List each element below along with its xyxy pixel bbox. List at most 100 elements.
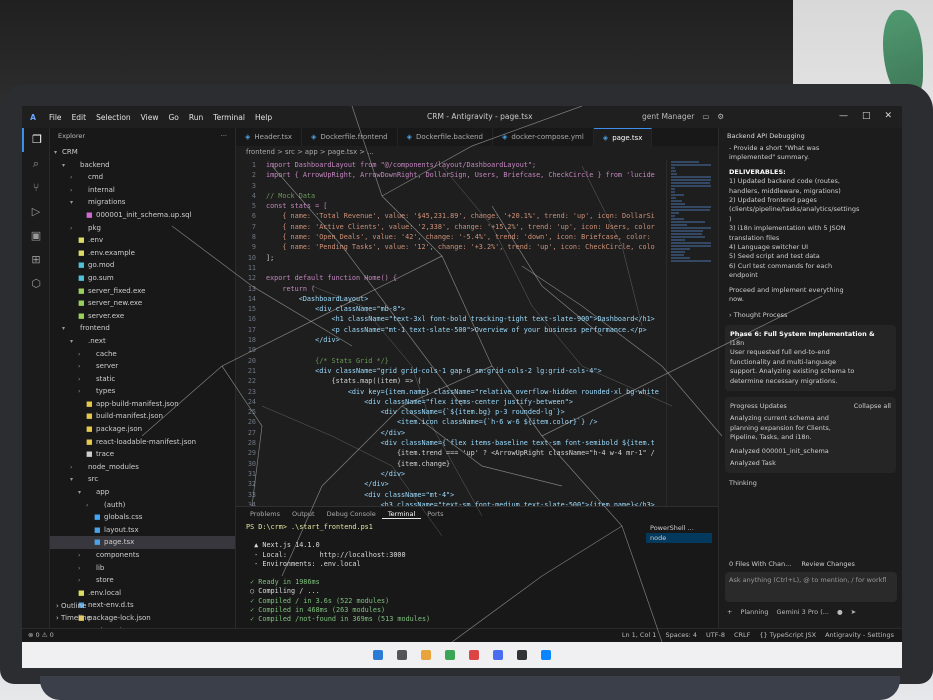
maximize-icon[interactable]: □ <box>862 111 871 121</box>
tree-file[interactable]: ■ layout.tsx <box>50 524 235 537</box>
editor-tab[interactable]: ◈ Dockerfile.backend <box>398 128 493 146</box>
minimap[interactable] <box>666 160 718 506</box>
tree-folder[interactable]: › internal <box>50 184 235 197</box>
menu-terminal[interactable]: Terminal <box>208 113 250 122</box>
indentation[interactable]: Spaces: 4 <box>665 631 697 639</box>
code-line[interactable]: 32 </div> <box>236 479 666 489</box>
menu-go[interactable]: Go <box>163 113 183 122</box>
app-icon[interactable] <box>469 650 479 660</box>
outline-section[interactable]: › Outline <box>50 602 236 614</box>
panel-tab[interactable]: Debug Console <box>321 510 382 518</box>
source-control-icon[interactable]: ⑂ <box>22 176 50 200</box>
tree-file[interactable]: ■ server_new.exe <box>50 297 235 310</box>
send-icon[interactable]: ➤ <box>851 608 856 616</box>
code-line[interactable]: 19 <box>236 345 666 355</box>
model-selector[interactable]: Gemini 3 Pro (... <box>776 608 828 616</box>
code-line[interactable]: 5 const stats = [ <box>236 201 666 211</box>
tree-folder[interactable]: › types <box>50 385 235 398</box>
tree-folder[interactable]: ▾ frontend <box>50 322 235 335</box>
code-line[interactable]: 4 // Mock Data <box>236 191 666 201</box>
mode-selector[interactable]: Planning <box>740 608 768 616</box>
panel-tab[interactable]: Terminal <box>381 510 422 519</box>
tree-folder[interactable]: › cmd <box>50 171 235 184</box>
tree-folder[interactable]: › lib <box>50 562 235 575</box>
review-changes-button[interactable]: Review Changes <box>801 560 855 568</box>
menu-selection[interactable]: Selection <box>91 113 136 122</box>
tree-file[interactable]: ■ go.sum <box>50 272 235 285</box>
editor-tab[interactable]: ◈ page.tsx <box>593 128 653 146</box>
agent-manager-label[interactable]: gent Manager <box>642 112 694 121</box>
tree-folder[interactable]: ▾ app <box>50 486 235 499</box>
tree-folder[interactable]: › store <box>50 574 235 587</box>
tree-folder[interactable]: ▾ src <box>50 473 235 486</box>
code-line[interactable]: 14 <DashboardLayout> <box>236 294 666 304</box>
search-icon[interactable]: ⌕ <box>22 152 50 176</box>
menu-help[interactable]: Help <box>250 113 277 122</box>
encoding[interactable]: UTF-8 <box>706 631 725 639</box>
layout-icon[interactable]: ▭ <box>702 112 709 121</box>
tree-file[interactable]: ■ 000001_init_schema.up.sql <box>50 209 235 222</box>
code-line[interactable]: 1 import DashboardLayout from "@/componen… <box>236 160 666 170</box>
analyzed-item-1[interactable]: Analyzed 000001_init_schema <box>730 447 891 456</box>
analyzed-item-2[interactable]: Analyzed Task <box>730 459 891 468</box>
run-debug-icon[interactable]: ▷ <box>22 200 50 224</box>
settings-gear-icon[interactable]: ⚙ <box>717 112 724 121</box>
menu-run[interactable]: Run <box>184 113 208 122</box>
code-line[interactable]: 10]; <box>236 253 666 263</box>
timeline-section[interactable]: › Timeline <box>50 614 236 626</box>
code-line[interactable]: 3 <box>236 181 666 191</box>
tree-folder[interactable]: ▾ .next <box>50 335 235 348</box>
code-line[interactable]: 13 return ( <box>236 284 666 294</box>
terminal-output[interactable]: PS D:\crm> .\start_frontend.ps1 ▲ Next.j… <box>246 523 646 627</box>
code-line[interactable]: 30 {item.change} <box>236 459 666 469</box>
code-line[interactable]: 28 <div className={`flex items-baseline … <box>236 438 666 448</box>
tree-root[interactable]: ▾ CRM <box>50 146 235 159</box>
code-line[interactable]: 15 <div className="mb-8"> <box>236 304 666 314</box>
tree-folder[interactable]: › pkg <box>50 222 235 235</box>
explorer-files-icon[interactable]: ❐ <box>22 128 50 152</box>
file-explorer-icon[interactable] <box>421 650 431 660</box>
code-line[interactable]: 11 <box>236 263 666 273</box>
tree-folder[interactable]: › (auth) <box>50 499 235 512</box>
tree-folder[interactable]: › static <box>50 373 235 386</box>
mic-icon[interactable]: ● <box>837 608 843 616</box>
tree-file[interactable]: ■package.json <box>50 423 235 436</box>
antigravity-app-icon[interactable] <box>541 650 551 660</box>
panel-tab[interactable]: Ports <box>421 510 449 518</box>
editor-app-icon[interactable] <box>493 650 503 660</box>
tree-file[interactable]: ■ server.exe <box>50 310 235 323</box>
problems-count[interactable]: ⊗ 0 ⚠ 0 <box>28 631 54 639</box>
code-line[interactable]: 29 {item.trend === 'up' ? <ArrowUpRight … <box>236 448 666 458</box>
code-line[interactable]: 12 export default function Home() { <box>236 273 666 283</box>
menu-edit[interactable]: Edit <box>67 113 92 122</box>
containers-icon[interactable]: ⬡ <box>22 272 50 296</box>
code-line[interactable]: 2 import { ArrowUpRight, ArrowDownRight, … <box>236 170 666 180</box>
tree-folder[interactable]: › server <box>50 360 235 373</box>
code-line[interactable]: 31 </div> <box>236 469 666 479</box>
tree-folder[interactable]: › components <box>50 549 235 562</box>
panel-tab[interactable]: Output <box>286 510 321 518</box>
terminal-app-icon[interactable] <box>517 650 527 660</box>
terminal-node[interactable]: node <box>646 533 712 543</box>
code-line[interactable]: 17 <p className="mt-1 text-slate-500">Ov… <box>236 325 666 335</box>
add-icon[interactable]: + <box>727 608 732 616</box>
code-line[interactable]: 16 <h1 className="text-3xl font-bold tra… <box>236 314 666 324</box>
more-actions-icon[interactable]: ··· <box>221 132 227 140</box>
tree-file[interactable]: ■ trace <box>50 448 235 461</box>
code-line[interactable]: 7 { name: 'Active Clients', value: '2,33… <box>236 222 666 232</box>
tree-file[interactable]: ■ .env.local <box>50 587 235 600</box>
tree-file[interactable]: ■ globals.css <box>50 511 235 524</box>
remote-explorer-icon[interactable]: ▣ <box>22 224 50 248</box>
settings-status[interactable]: Antigravity - Settings <box>825 631 894 639</box>
editor-tab[interactable]: ◈ docker-compose.yml <box>493 128 594 146</box>
minimize-icon[interactable]: — <box>839 111 848 121</box>
tree-folder[interactable]: ▾ migrations <box>50 196 235 209</box>
code-line[interactable]: 27 </div> <box>236 428 666 438</box>
tree-folder[interactable]: ▾ backend <box>50 159 235 172</box>
code-line[interactable]: 8 { name: 'Open Deals', value: '42', cha… <box>236 232 666 242</box>
language-mode[interactable]: {} TypeScript JSX <box>759 631 816 639</box>
code-line[interactable]: 25 <div className={`${item.bg} p-3 round… <box>236 407 666 417</box>
editor-tab[interactable]: ◈ Dockerfile.frontend <box>302 128 398 146</box>
collapse-all-button[interactable]: Collapse all <box>854 402 891 411</box>
extensions-icon[interactable]: ⊞ <box>22 248 50 272</box>
